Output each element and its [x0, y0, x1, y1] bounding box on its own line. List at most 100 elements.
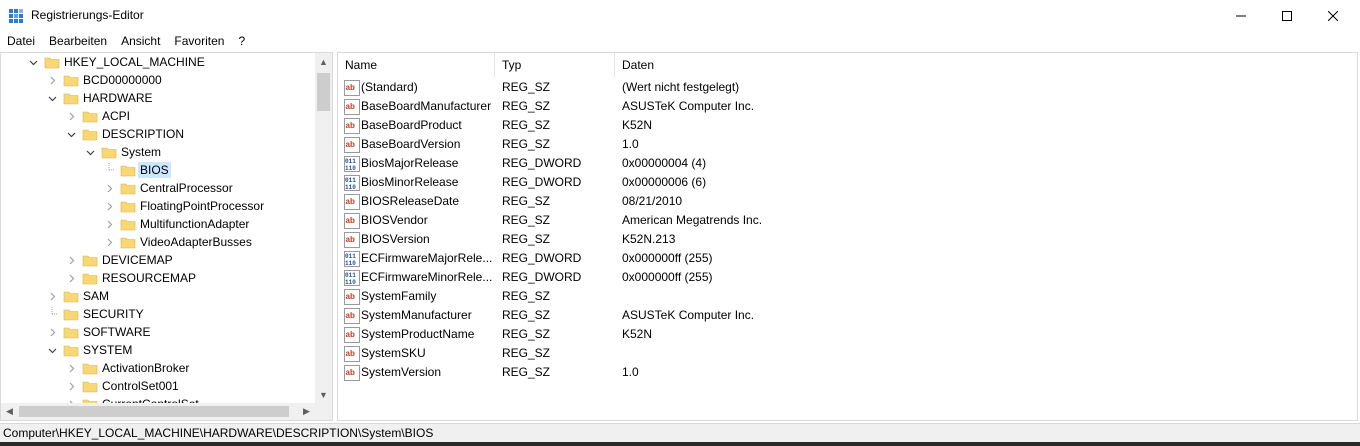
value-row[interactable]: 011 110 BiosMajorRelease REG_DWORD 0x0000000… — [338, 154, 1357, 173]
value-row[interactable]: ab (Standard) REG_SZ (Wert nicht festgelegt… — [338, 78, 1357, 97]
tree-vscroll-thumb[interactable] — [317, 73, 330, 111]
svg-text:110: 110 — [345, 279, 356, 286]
tree-vertical-scrollbar[interactable]: ▲ ▼ — [315, 53, 332, 403]
menu-ansicht[interactable]: Ansicht — [114, 31, 167, 51]
tree-item-activationbroker[interactable]: ActivationBroker — [1, 359, 315, 377]
value-type: REG_SZ — [502, 80, 551, 94]
scroll-left-icon[interactable]: ◀ — [1, 403, 18, 420]
chevron-right-icon[interactable] — [46, 73, 58, 87]
tree-item-system[interactable]: SYSTEM — [1, 341, 315, 359]
svg-text:011: 011 — [345, 158, 356, 165]
chevron-down-icon[interactable] — [46, 343, 58, 357]
value-row[interactable]: ab BaseBoardManufacturer REG_SZ ASUSTeK Com… — [338, 97, 1357, 116]
tree-item-multifunctionadapter[interactable]: MultifunctionAdapter — [1, 215, 315, 233]
close-button[interactable] — [1310, 0, 1356, 31]
tree-item-label: SOFTWARE — [83, 325, 151, 339]
menu-datei[interactable]: Datei — [0, 31, 42, 51]
value-row[interactable]: ab SystemVersion REG_SZ 1.0 — [338, 363, 1357, 382]
value-data: 08/21/2010 — [622, 194, 683, 208]
value-row[interactable]: ab SystemSKU REG_SZ — [338, 344, 1357, 363]
chevron-right-icon[interactable] — [103, 217, 115, 231]
minimize-icon — [1236, 15, 1246, 16]
binary-value-icon: 011 110 — [344, 270, 360, 286]
value-type: REG_DWORD — [502, 251, 582, 265]
value-row[interactable]: ab SystemManufacturer REG_SZ ASUSTeK Comput… — [338, 306, 1357, 325]
chevron-right-icon[interactable] — [46, 289, 58, 303]
tree-item-devicemap[interactable]: DEVICEMAP — [1, 251, 315, 269]
chevron-right-icon[interactable] — [103, 181, 115, 195]
value-row[interactable]: ab BaseBoardProduct REG_SZ K52N — [338, 116, 1357, 135]
chevron-right-icon[interactable] — [103, 199, 115, 213]
menu-bearbeiten[interactable]: Bearbeiten — [42, 31, 114, 51]
tree-item-resourcemap[interactable]: RESOURCEMAP — [1, 269, 315, 287]
chevron-down-icon[interactable] — [84, 145, 96, 159]
tree-item-security[interactable]: SECURITY — [1, 305, 315, 323]
chevron-right-icon[interactable] — [65, 361, 77, 375]
tree-item-system[interactable]: System — [1, 143, 315, 161]
folder-icon — [63, 324, 79, 340]
string-value-icon: ab — [344, 137, 360, 153]
chevron-right-icon[interactable] — [65, 379, 77, 393]
value-row[interactable]: ab SystemProductName REG_SZ K52N — [338, 325, 1357, 344]
scroll-right-icon[interactable]: ▶ — [298, 403, 315, 420]
binary-value-icon: 011 110 — [344, 175, 360, 191]
tree-item-centralprocessor[interactable]: CentralProcessor — [1, 179, 315, 197]
value-type: REG_SZ — [502, 213, 551, 227]
tree-item-controlset001[interactable]: ControlSet001 — [1, 377, 315, 395]
tree-item-label: SECURITY — [83, 307, 144, 321]
value-row[interactable]: 011 110 ECFirmwareMajorRele... REG_DWORD 0x0… — [338, 249, 1357, 268]
tree-horizontal-scrollbar[interactable]: ◀ ▶ — [1, 403, 315, 420]
menu-favoriten[interactable]: Favoriten — [167, 31, 231, 51]
value-type: REG_DWORD — [502, 270, 582, 284]
tree-item-acpi[interactable]: ACPI — [1, 107, 315, 125]
chevron-down-icon[interactable] — [65, 127, 77, 141]
string-value-icon: ab — [344, 80, 360, 96]
value-type: REG_SZ — [502, 194, 551, 208]
column-header-data[interactable]: Daten — [615, 53, 1357, 77]
svg-text:ab: ab — [346, 83, 355, 92]
maximize-button[interactable] — [1264, 0, 1310, 31]
tree-item-hkey_local_machine[interactable]: HKEY_LOCAL_MACHINE — [1, 53, 315, 71]
tree-item-floatingpointprocessor[interactable]: FloatingPointProcessor — [1, 197, 315, 215]
svg-text:110: 110 — [345, 184, 356, 191]
string-value-icon: ab — [344, 289, 360, 305]
value-row[interactable]: 011 110 ECFirmwareMinorRele... REG_DWORD 0x0… — [338, 268, 1357, 287]
value-row[interactable]: ab BIOSReleaseDate REG_SZ 08/21/2010 — [338, 192, 1357, 211]
chevron-right-icon[interactable] — [65, 109, 77, 123]
minimize-button[interactable] — [1218, 0, 1264, 31]
value-row[interactable]: ab SystemFamily REG_SZ — [338, 287, 1357, 306]
tree-item-bcd00000000[interactable]: BCD00000000 — [1, 71, 315, 89]
values-list[interactable]: Name Typ Daten ab (Standard) REG_SZ (Wert n… — [337, 52, 1358, 421]
menu-help[interactable]: ? — [231, 31, 252, 51]
svg-text:ab: ab — [346, 330, 355, 339]
value-row[interactable]: ab BaseBoardVersion REG_SZ 1.0 — [338, 135, 1357, 154]
value-data: 0x000000ff (255) — [622, 251, 713, 265]
tree-item-label: BIOS — [138, 162, 171, 178]
chevron-right-icon[interactable] — [65, 253, 77, 267]
tree-item-sam[interactable]: SAM — [1, 287, 315, 305]
tree-item-bios[interactable]: BIOS — [1, 161, 315, 179]
chevron-right-icon[interactable] — [103, 235, 115, 249]
tree-hscroll-thumb[interactable] — [19, 406, 289, 417]
title-bar[interactable]: Registrierungs-Editor — [0, 0, 1360, 31]
chevron-down-icon[interactable] — [27, 55, 39, 69]
column-header-type[interactable]: Typ — [495, 53, 615, 77]
scroll-up-icon[interactable]: ▲ — [315, 53, 332, 70]
chevron-down-icon[interactable] — [46, 91, 58, 105]
value-type: REG_DWORD — [502, 156, 582, 170]
value-row[interactable]: 011 110 BiosMinorRelease REG_DWORD 0x0000000… — [338, 173, 1357, 192]
svg-text:ab: ab — [346, 140, 355, 149]
tree-item-hardware[interactable]: HARDWARE — [1, 89, 315, 107]
status-bar-path[interactable]: Computer\HKEY_LOCAL_MACHINE\HARDWARE\DES… — [0, 423, 1360, 442]
column-header-name[interactable]: Name — [338, 53, 495, 77]
value-row[interactable]: ab BIOSVendor REG_SZ American Megatrends In… — [338, 211, 1357, 230]
chevron-right-icon[interactable] — [46, 325, 58, 339]
value-type: REG_SZ — [502, 232, 551, 246]
scroll-down-icon[interactable]: ▼ — [315, 386, 332, 403]
tree-item-videoadapterbusses[interactable]: VideoAdapterBusses — [1, 233, 315, 251]
registry-tree[interactable]: HKEY_LOCAL_MACHINE BCD00000000 HARDWARE ACP… — [0, 52, 333, 421]
value-row[interactable]: ab BIOSVersion REG_SZ K52N.213 — [338, 230, 1357, 249]
chevron-right-icon[interactable] — [65, 271, 77, 285]
tree-item-software[interactable]: SOFTWARE — [1, 323, 315, 341]
tree-item-description[interactable]: DESCRIPTION — [1, 125, 315, 143]
